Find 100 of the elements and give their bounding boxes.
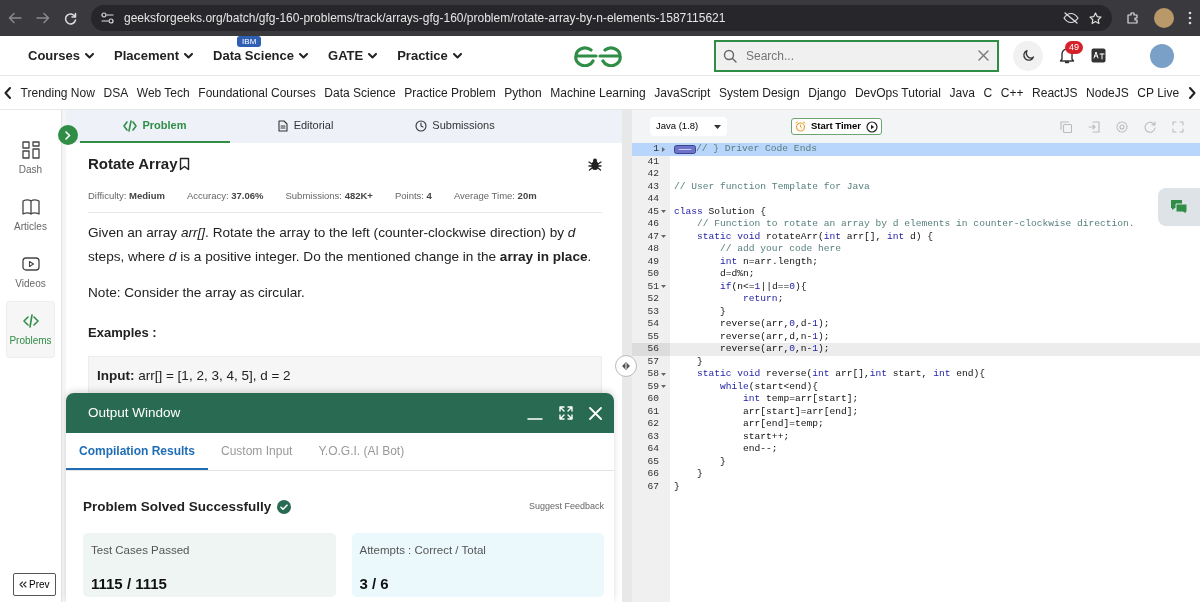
notification-count: 49	[1065, 41, 1083, 54]
check-circle-icon	[277, 500, 292, 515]
category-link[interactable]: NodeJS	[1086, 83, 1129, 102]
fold-arrow-icon[interactable]	[660, 384, 666, 390]
feedback-link[interactable]: Suggest Feedback	[528, 500, 604, 514]
code-line: }	[674, 480, 680, 493]
category-link[interactable]: Web Tech	[136, 83, 190, 102]
chat-button[interactable]	[1158, 188, 1200, 226]
star-icon[interactable]	[1089, 11, 1102, 25]
category-link[interactable]: CP Live	[1137, 83, 1180, 102]
maximize-icon[interactable]	[559, 406, 573, 420]
nav-menu[interactable]: Courses	[28, 45, 95, 66]
category-link[interactable]: ReactJS	[1032, 83, 1078, 102]
logo-icon[interactable]	[572, 44, 623, 67]
tab[interactable]: Submissions	[380, 110, 530, 143]
fold-arrow-icon[interactable]	[660, 284, 666, 290]
code-line: while(start<end){	[719, 380, 818, 393]
category-link[interactable]: Data Science	[324, 83, 396, 102]
book-icon	[21, 197, 40, 216]
category-link[interactable]: Java	[949, 83, 975, 102]
line-number: 1	[653, 143, 659, 156]
category-link[interactable]: C	[983, 83, 993, 102]
address-bar[interactable]: geeksforgeeks.org/batch/gfg-160-problems/track/arrays-gfg-160/problem/rotate-array-by-n-elements-1587115621	[91, 5, 1112, 31]
category-link[interactable]: System Design	[718, 83, 800, 102]
profile-avatar[interactable]	[1150, 43, 1174, 68]
status-text: Problem Solved Successfully	[83, 498, 272, 516]
code-line: // } Driver Code Ends	[696, 143, 817, 156]
expand-arrow-icon[interactable]	[660, 146, 666, 152]
stat-label: Test Cases Passed	[91, 543, 191, 559]
forward-icon[interactable]	[36, 12, 50, 24]
stat-value: 1115 / 1115	[91, 573, 168, 594]
description-text: Note: Consider the array as circular.	[88, 283, 306, 302]
close-icon[interactable]	[978, 49, 989, 61]
tab[interactable]: Problem	[80, 110, 230, 143]
fold-arrow-icon[interactable]	[660, 234, 666, 240]
chevron-right-icon[interactable]	[1187, 86, 1196, 99]
fold-arrow-icon[interactable]	[660, 371, 666, 377]
back-icon[interactable]	[8, 12, 22, 24]
code-line: }	[719, 455, 726, 468]
sidebar-item[interactable]: Dash	[6, 130, 55, 187]
profile-avatar[interactable]	[1154, 8, 1174, 28]
code-icon	[123, 119, 138, 132]
chevron-down-icon	[368, 52, 378, 59]
url-text: geeksforgeeks.org/batch/gfg-160-problems/track/arrays-gfg-160/problem/rotate-array-by-n-elements-1587115621	[124, 10, 727, 27]
category-link[interactable]: Trending Now	[20, 83, 95, 102]
chevron-down-icon	[85, 52, 95, 59]
line-number: 64	[647, 443, 659, 456]
fold-arrow-icon[interactable]	[660, 209, 666, 215]
category-link[interactable]: C++	[1000, 83, 1024, 102]
code-icon	[21, 311, 40, 330]
tab[interactable]: Editorial	[230, 110, 380, 143]
chevron-down-icon	[184, 52, 194, 59]
chat-icon	[1170, 199, 1188, 215]
nav-menu[interactable]: Practice	[397, 45, 462, 66]
resize-arrows-icon	[621, 362, 631, 370]
line-number: 61	[647, 405, 659, 418]
theme-toggle-button[interactable]	[1013, 40, 1043, 71]
menu-icon[interactable]	[1188, 11, 1192, 25]
double-chevron-left-icon	[19, 581, 27, 588]
eye-slash-icon[interactable]	[1063, 12, 1079, 24]
category-link[interactable]: Practice Problem	[404, 83, 496, 102]
code-line: int temp=arr[start];	[742, 393, 859, 406]
bookmark-icon[interactable]	[179, 157, 191, 172]
meta-text: Average Time: 20m	[453, 188, 537, 203]
bug-icon[interactable]	[588, 157, 602, 172]
sidebar-item[interactable]: Problems	[6, 301, 55, 358]
category-link[interactable]: Python	[504, 83, 542, 102]
site-settings-icon[interactable]	[101, 12, 114, 24]
code-line: reverse(arr,d,n-1);	[719, 330, 830, 343]
category-link[interactable]: JavaScript	[654, 83, 711, 102]
code-line: static void reverse(int arr[],int start, int end){	[696, 368, 985, 381]
category-link[interactable]: Foundational Courses	[198, 83, 316, 102]
sidebar-item[interactable]: Videos	[6, 244, 55, 301]
category-link[interactable]: DevOps Tutorial	[854, 83, 941, 102]
chevron-left-icon[interactable]	[4, 86, 12, 99]
sidebar-item[interactable]: Articles	[6, 187, 55, 244]
category-link[interactable]: DSA	[103, 83, 129, 102]
line-number: 62	[647, 418, 659, 431]
nav-menu[interactable]: GATE	[328, 45, 378, 66]
nav-menu[interactable]: Placement	[114, 45, 194, 66]
category-link[interactable]: Django	[808, 83, 847, 102]
search-field[interactable]: Search...	[714, 39, 999, 72]
start-timer-button[interactable]: Start Timer	[791, 118, 882, 135]
prev-button[interactable]: Prev	[13, 573, 56, 596]
meta-text: Submissions: 482K+	[285, 188, 373, 203]
video-icon	[21, 254, 40, 273]
tab[interactable]: Compilation Results	[66, 433, 208, 470]
code-line: class Solution {	[674, 205, 767, 218]
translate-icon[interactable]	[1091, 48, 1106, 63]
line-number: 43	[647, 180, 659, 193]
extensions-icon[interactable]	[1126, 11, 1140, 25]
nav-menu[interactable]: Data Science	[213, 45, 308, 66]
reload-icon[interactable]	[64, 11, 77, 25]
language-dropdown[interactable]: Java (1.8)	[650, 117, 727, 136]
folded-code-icon[interactable]	[674, 144, 696, 154]
code-line: // User function Template for Java	[674, 180, 870, 193]
stat-label: Attempts : Correct / Total	[359, 543, 487, 559]
category-link[interactable]: Machine Learning	[550, 83, 646, 102]
code-line: reverse(arr,0,n-1);	[719, 343, 830, 356]
code-line: // add your code here	[719, 243, 841, 256]
